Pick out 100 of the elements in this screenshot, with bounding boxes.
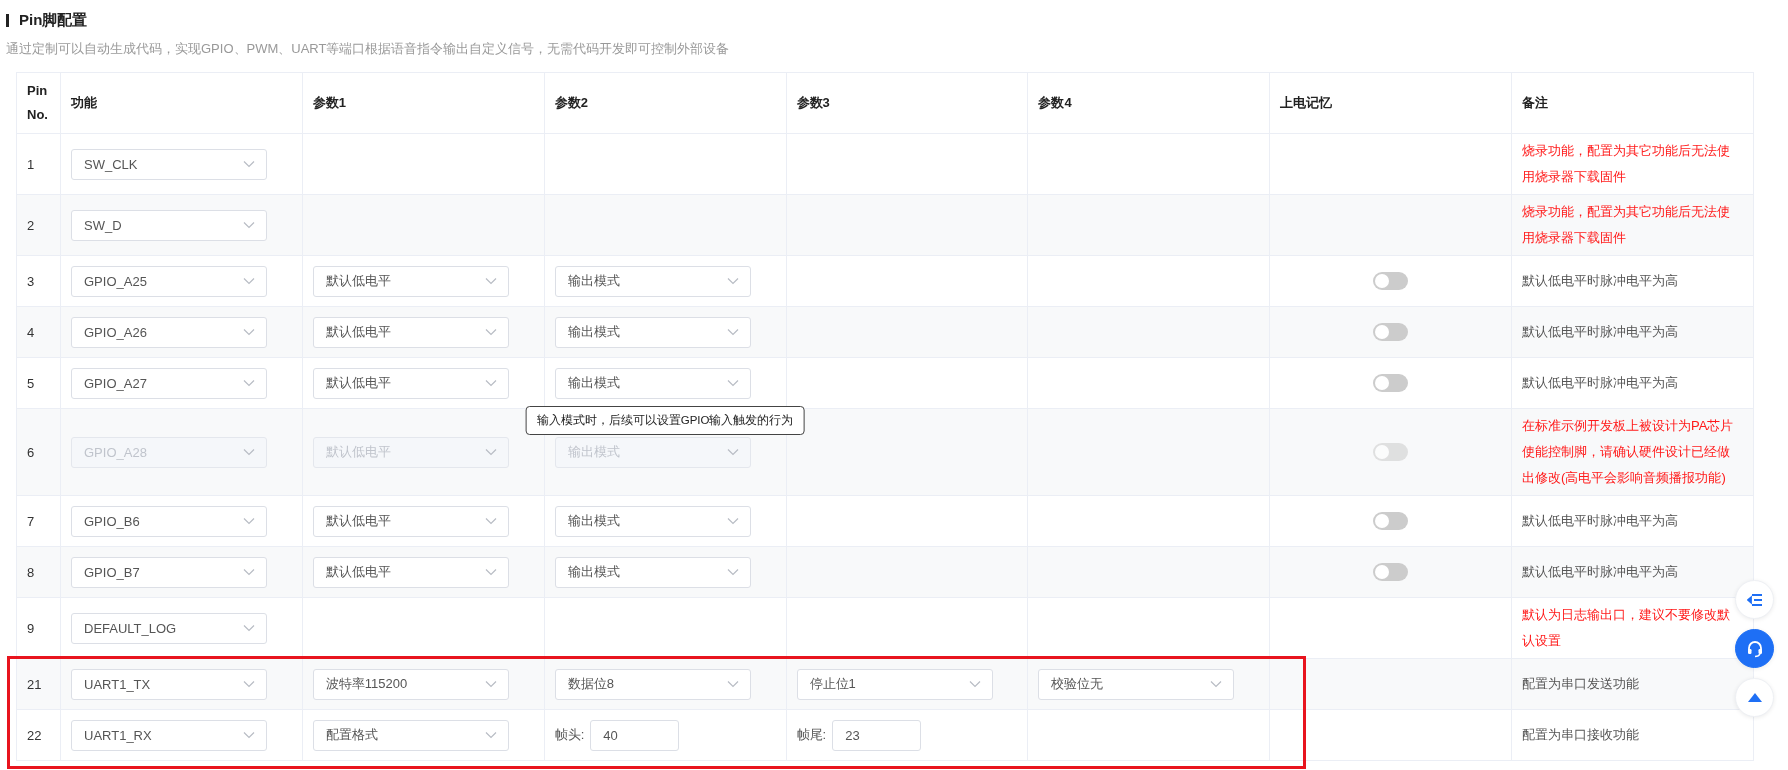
note-text: 在标准示例开发板上被设计为PA芯片使能控制脚，请确认硬件设计已经做出修改(高电平会影响音频播报功能) bbox=[1522, 417, 1735, 487]
list-icon bbox=[1746, 592, 1763, 607]
pin-number: 9 bbox=[27, 620, 35, 636]
chevron-down-icon bbox=[243, 160, 255, 168]
chevron-down-icon bbox=[726, 328, 739, 336]
parameter-dropdown[interactable]: 停止位1 bbox=[796, 668, 993, 700]
note-text: 默认低电平时脉冲电平为高 bbox=[1522, 323, 1680, 341]
chevron-down-icon bbox=[243, 328, 255, 336]
chevron-down-icon bbox=[484, 680, 497, 688]
chevron-down-icon bbox=[243, 517, 255, 525]
parameter-dropdown[interactable]: 默认低电平 bbox=[312, 265, 509, 297]
chevron-down-icon bbox=[484, 731, 497, 739]
chevron-down-icon bbox=[484, 448, 497, 456]
parameter-dropdown[interactable]: 默认低电平 bbox=[312, 505, 509, 537]
column-header: 备注 bbox=[1522, 95, 1549, 110]
pin-number: 8 bbox=[27, 564, 35, 580]
toggle-switch[interactable] bbox=[1373, 272, 1409, 290]
column-header: 功能 bbox=[71, 95, 97, 110]
parameter-dropdown[interactable]: 输出模式 bbox=[554, 265, 751, 297]
chevron-down-icon bbox=[968, 680, 981, 688]
parameter-dropdown[interactable]: 默认低电平 bbox=[312, 316, 509, 348]
chevron-down-icon bbox=[243, 731, 255, 739]
back-to-top-button[interactable] bbox=[1735, 678, 1774, 717]
function-dropdown[interactable]: UART1_TX bbox=[71, 668, 267, 700]
field-label: 帧尾: bbox=[796, 726, 827, 744]
chevron-down-icon bbox=[726, 568, 739, 576]
pin-number: 4 bbox=[27, 324, 35, 340]
chevron-down-icon bbox=[484, 517, 497, 525]
menu-button[interactable] bbox=[1735, 580, 1774, 619]
function-dropdown[interactable]: SW_D bbox=[71, 209, 267, 241]
function-dropdown[interactable]: GPIO_B6 bbox=[71, 505, 267, 537]
parameter-dropdown[interactable]: 配置格式 bbox=[312, 719, 509, 751]
parameter-dropdown[interactable]: 波特率115200 bbox=[312, 668, 509, 700]
chevron-down-icon bbox=[1210, 680, 1223, 688]
toggle-switch[interactable] bbox=[1373, 563, 1409, 581]
input-field[interactable]: 23 bbox=[832, 719, 922, 751]
section-title: Pin脚配置 bbox=[19, 10, 88, 30]
note-text: 配置为串口发送功能 bbox=[1522, 675, 1641, 693]
field-label: 帧头: bbox=[554, 726, 585, 744]
toggle-switch[interactable] bbox=[1373, 374, 1409, 392]
section-description: 通过定制可以自动生成代码，实现GPIO、PWM、UART等端口根据语音指令输出自定义信号，无需代码开发即可控制外部设备 bbox=[6, 40, 731, 58]
input-field[interactable]: 40 bbox=[590, 719, 680, 751]
parameter-dropdown[interactable]: 默认低电平 bbox=[312, 556, 509, 588]
parameter-dropdown[interactable]: 输出模式 bbox=[554, 556, 751, 588]
chevron-down-icon bbox=[243, 568, 255, 576]
function-dropdown[interactable]: GPIO_A25 bbox=[71, 265, 267, 297]
title-marker bbox=[6, 13, 9, 27]
function-dropdown[interactable]: GPIO_B7 bbox=[71, 556, 267, 588]
chevron-down-icon bbox=[726, 277, 739, 285]
parameter-dropdown[interactable]: 默认低电平 bbox=[312, 367, 509, 399]
toggle-switch[interactable] bbox=[1373, 323, 1409, 341]
chevron-down-icon bbox=[243, 221, 255, 229]
chevron-down-icon bbox=[243, 448, 255, 456]
chevron-down-icon bbox=[243, 379, 255, 387]
triangle-up-icon bbox=[1747, 693, 1762, 702]
pin-number: 2 bbox=[27, 217, 35, 233]
pin-number: 7 bbox=[27, 513, 35, 529]
note-text: 默认为日志输出口，建议不要修改默认设置 bbox=[1522, 606, 1732, 650]
column-header: 参数2 bbox=[554, 95, 588, 110]
pin-number: 21 bbox=[27, 676, 42, 692]
parameter-dropdown[interactable]: 校验位无 bbox=[1038, 668, 1235, 700]
pin-number: 1 bbox=[27, 156, 35, 172]
note-text: 配置为串口接收功能 bbox=[1522, 726, 1641, 744]
pin-number: 22 bbox=[27, 727, 42, 743]
toggle-switch[interactable] bbox=[1373, 512, 1409, 530]
function-dropdown[interactable]: UART1_RX bbox=[71, 719, 267, 751]
parameter-dropdown[interactable]: 输出模式 bbox=[554, 505, 751, 537]
pin-number: 6 bbox=[27, 444, 35, 460]
tooltip: 输入模式时，后续可以设置GPIO输入触发的行为 bbox=[525, 406, 805, 435]
note-text: 烧录功能，配置为其它功能后无法使用烧录器下载固件 bbox=[1522, 203, 1732, 247]
chevron-down-icon bbox=[484, 328, 497, 336]
chevron-down-icon bbox=[726, 517, 739, 525]
parameter-dropdown[interactable]: 数据位8 bbox=[554, 668, 751, 700]
column-header: 上电记忆 bbox=[1280, 95, 1333, 110]
chevron-down-icon bbox=[484, 379, 497, 387]
function-dropdown[interactable]: GPIO_A27 bbox=[71, 367, 267, 399]
column-header: Pin No. bbox=[27, 83, 48, 122]
chevron-down-icon bbox=[243, 680, 255, 688]
chevron-down-icon bbox=[484, 277, 497, 285]
parameter-dropdown[interactable]: 输出模式 bbox=[554, 316, 751, 348]
pin-number: 5 bbox=[27, 375, 35, 391]
pin-number: 3 bbox=[27, 273, 35, 289]
parameter-dropdown[interactable]: 输出模式 bbox=[554, 367, 751, 399]
column-header: 参数3 bbox=[796, 95, 830, 110]
function-dropdown[interactable]: GPIO_A26 bbox=[71, 316, 267, 348]
column-header: 参数4 bbox=[1038, 95, 1072, 110]
note-text: 默认低电平时脉冲电平为高 bbox=[1522, 272, 1680, 290]
chevron-down-icon bbox=[484, 568, 497, 576]
support-button[interactable] bbox=[1735, 629, 1774, 668]
note-text: 默认低电平时脉冲电平为高 bbox=[1522, 512, 1680, 530]
function-dropdown[interactable]: DEFAULT_LOG bbox=[71, 612, 267, 644]
chevron-down-icon bbox=[726, 680, 739, 688]
note-text: 默认低电平时脉冲电平为高 bbox=[1522, 374, 1680, 392]
column-header: 参数1 bbox=[312, 95, 347, 110]
function-dropdown[interactable]: SW_CLK bbox=[71, 148, 267, 180]
note-text: 默认低电平时脉冲电平为高 bbox=[1522, 563, 1680, 581]
note-text: 烧录功能，配置为其它功能后无法使用烧录器下载固件 bbox=[1522, 142, 1732, 186]
chevron-down-icon bbox=[726, 448, 739, 456]
chevron-down-icon bbox=[726, 379, 739, 387]
chevron-down-icon bbox=[243, 277, 255, 285]
